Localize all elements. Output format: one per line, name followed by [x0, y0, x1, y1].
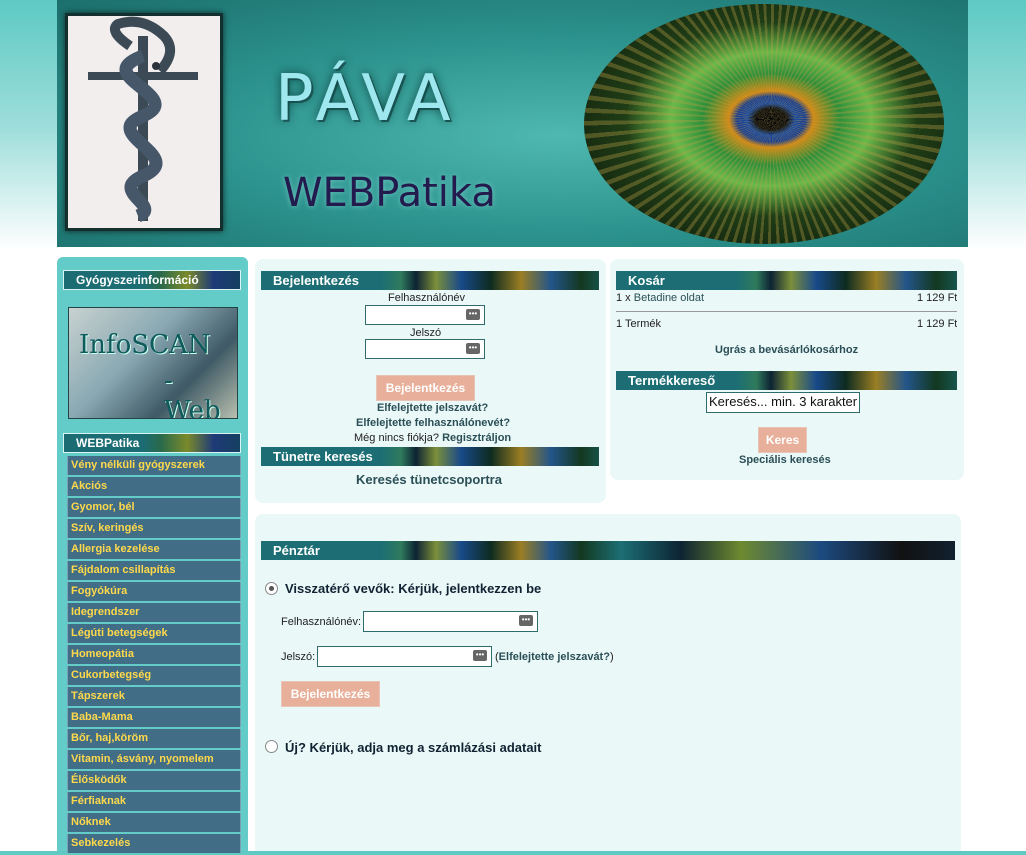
category-item[interactable]: Cukorbetegség: [67, 666, 241, 685]
paren-close: ): [609, 651, 614, 663]
infoscan-subtitle: - Web: [164, 366, 221, 419]
login-panel: Bejelentkezés Felhasználónév ••• Jelszó …: [255, 259, 606, 503]
checkout-username-label: Felhasználónév:: [281, 616, 362, 628]
checkout-password-label: Jelszó:: [281, 651, 316, 663]
new-customer-radio[interactable]: [265, 740, 278, 753]
password-manager-icon[interactable]: •••: [519, 615, 533, 626]
password-manager-icon[interactable]: •••: [466, 309, 480, 320]
product-search-input[interactable]: Keresés... min. 3 karakter: [706, 392, 860, 413]
caduceus-logo: [65, 13, 223, 231]
category-item[interactable]: Gyomor, bél: [67, 498, 241, 517]
left-sidebar: Gyógyszerinformáció InfoSCAN - Web WEBPa…: [57, 257, 248, 853]
category-item[interactable]: Fájdalom csillapítás: [67, 561, 241, 580]
checkout-heading: Pénztár: [261, 541, 955, 560]
category-list: Vény nélküli gyógyszerek Akciós Gyomor, bé…: [67, 456, 241, 855]
category-item[interactable]: Nőknek: [67, 813, 241, 832]
password-manager-icon[interactable]: •••: [466, 343, 480, 354]
category-item[interactable]: Baba-Mama: [67, 708, 241, 727]
category-item[interactable]: Tápszerek: [67, 687, 241, 706]
cart-item-price: 1 129 Ft: [917, 292, 957, 304]
login-username-input[interactable]: •••: [365, 305, 485, 325]
peacock-feather-image: [584, 4, 944, 244]
product-search-value: Keresés... min. 3 karakter: [709, 394, 858, 409]
checkout-panel: Pénztár Visszatérő vevők: Kérjük, jelent…: [255, 514, 961, 851]
product-search-heading: Termékkereső: [616, 371, 957, 390]
no-account-text: Még nincs fiókja? Regisztráljon: [354, 432, 511, 444]
symptom-search-link[interactable]: Keresés tünetcsoportra: [356, 472, 502, 487]
returning-customer-label[interactable]: Visszatérő vevők: Kérjük, jelentkezzen b…: [285, 581, 541, 596]
category-item[interactable]: Vitamin, ásvány, nyomelem: [67, 750, 241, 769]
info-heading: Gyógyszerinformáció: [63, 270, 241, 290]
cart-panel: Kosár 1 x Betadine oldat 1 129 Ft 1 Term…: [610, 259, 964, 480]
cart-heading: Kosár: [616, 271, 957, 290]
symptom-heading: Tünetre keresés: [261, 447, 599, 466]
category-item[interactable]: Szív, keringés: [67, 519, 241, 538]
password-manager-icon[interactable]: •••: [473, 650, 487, 661]
webpatika-heading: WEBPatika: [63, 433, 241, 453]
cart-divider: [616, 311, 957, 312]
login-password-label: Jelszó: [410, 327, 442, 339]
login-heading: Bejelentkezés: [261, 271, 599, 290]
login-button[interactable]: Bejelentkezés: [376, 375, 475, 401]
category-item[interactable]: Allergia kezelése: [67, 540, 241, 559]
category-item[interactable]: Idegrendszer: [67, 603, 241, 622]
special-search-link[interactable]: Speciális keresés: [739, 454, 831, 466]
goto-cart-link[interactable]: Ugrás a bevásárlókosárhoz: [715, 344, 858, 356]
cart-item-qty: 1 x: [616, 292, 631, 304]
no-account-label: Még nincs fiókja?: [354, 432, 439, 444]
category-item[interactable]: Homeopátia: [67, 645, 241, 664]
cart-total-label: 1 Termék: [616, 318, 662, 330]
site-subtitle: WEBPatika: [283, 170, 496, 216]
category-item[interactable]: Légúti betegségek: [67, 624, 241, 643]
category-item[interactable]: Fogyókúra: [67, 582, 241, 601]
cart-item: 1 x Betadine oldat: [616, 292, 704, 304]
category-item[interactable]: Élősködők: [67, 771, 241, 790]
checkout-forgot-password-link[interactable]: Elfelejtette jelszavát?: [499, 651, 610, 663]
forgot-password-link[interactable]: Elfelejtette jelszavát?: [377, 402, 488, 414]
returning-customer-radio[interactable]: [265, 582, 278, 595]
login-username-label: Felhasználónév: [388, 292, 466, 304]
new-customer-label[interactable]: Új? Kérjük, adja meg a számlázási adatai…: [285, 740, 542, 755]
header-banner: PÁVA WEBPatika: [57, 0, 968, 247]
search-button[interactable]: Keres: [758, 427, 807, 453]
forgot-username-link[interactable]: Elfelejtette felhasználónevét?: [356, 417, 510, 429]
category-item[interactable]: Férfiaknak: [67, 792, 241, 811]
register-link[interactable]: Regisztráljon: [442, 432, 511, 444]
checkout-password-input[interactable]: •••: [317, 646, 492, 667]
infoscan-title: InfoSCAN: [79, 330, 211, 360]
checkout-forgot: (Elfelejtette jelszavát?): [495, 651, 614, 663]
infoscan-banner[interactable]: InfoSCAN - Web: [68, 307, 238, 419]
checkout-login-button[interactable]: Bejelentkezés: [281, 681, 380, 707]
site-title: PÁVA: [275, 62, 457, 136]
category-item[interactable]: Sebkezelés: [67, 834, 241, 853]
category-item[interactable]: Bőr, haj,köröm: [67, 729, 241, 748]
category-item[interactable]: Vény nélküli gyógyszerek: [67, 456, 241, 475]
login-password-input[interactable]: •••: [365, 339, 485, 359]
category-item[interactable]: Akciós: [67, 477, 241, 496]
cart-total-price: 1 129 Ft: [917, 318, 957, 330]
cart-item-name[interactable]: Betadine oldat: [634, 292, 704, 304]
page: PÁVA WEBPatika Gyógyszerinformáció InfoS…: [57, 0, 968, 853]
checkout-username-input[interactable]: •••: [363, 611, 538, 632]
